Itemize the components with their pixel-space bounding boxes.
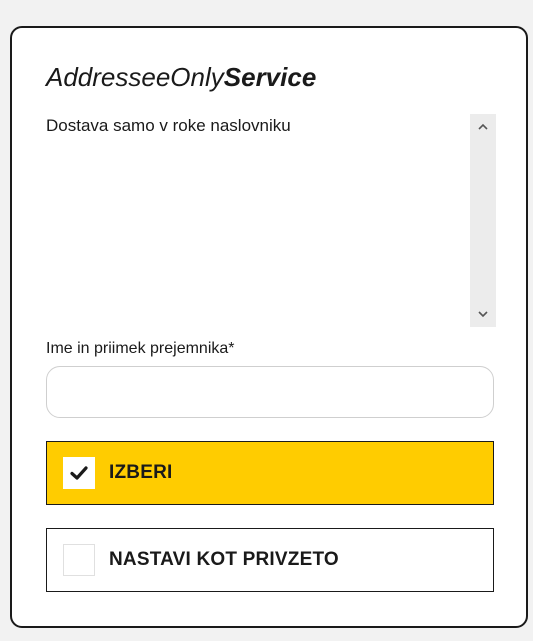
- select-checkbox[interactable]: [63, 457, 95, 489]
- recipient-name-label: Ime in priimek prejemnika*: [46, 340, 235, 357]
- scroll-down-button[interactable]: [470, 303, 496, 325]
- service-title: AddresseeOnlyService: [46, 62, 316, 93]
- service-card: AddresseeOnlyService Dostava samo v roke…: [10, 26, 528, 628]
- chevron-up-icon: [478, 123, 488, 130]
- description-scrollbar[interactable]: [470, 114, 496, 327]
- service-title-suffix: Service: [223, 62, 317, 92]
- service-title-name: AddresseeOnly: [46, 62, 224, 92]
- set-default-option-button[interactable]: NASTAVI KOT PRIVZETO: [46, 528, 494, 592]
- select-option-label: IZBERI: [109, 462, 173, 483]
- description-box: Dostava samo v roke naslovniku: [46, 114, 496, 329]
- chevron-down-icon: [478, 311, 488, 318]
- set-default-option-label: NASTAVI KOT PRIVZETO: [109, 549, 339, 570]
- scroll-up-button[interactable]: [470, 116, 496, 138]
- service-description: Dostava samo v roke naslovniku: [46, 116, 291, 135]
- recipient-name-input[interactable]: [46, 366, 494, 418]
- select-option-button[interactable]: IZBERI: [46, 441, 494, 505]
- set-default-checkbox[interactable]: [63, 544, 95, 576]
- checkmark-icon: [70, 466, 88, 480]
